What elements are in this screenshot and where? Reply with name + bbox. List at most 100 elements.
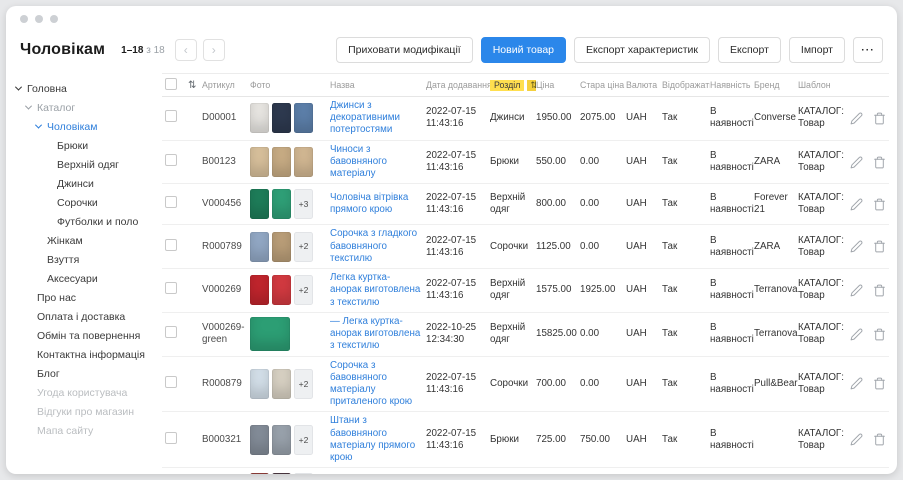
sidebar-item[interactable]: Каталог xyxy=(16,98,154,117)
import-button[interactable]: Імпорт xyxy=(789,37,845,63)
product-name-link[interactable]: Джинси з декоративними потертостями xyxy=(330,100,400,135)
row-checkbox[interactable] xyxy=(165,154,177,166)
delete-button[interactable] xyxy=(873,155,887,169)
sorted-column-label[interactable]: Розділ xyxy=(490,80,524,91)
column-header-availability[interactable]: Наявність xyxy=(710,80,754,90)
hide-modifications-button[interactable]: Приховати модифікації xyxy=(336,37,473,63)
edit-button[interactable] xyxy=(850,240,864,254)
sidebar-item[interactable]: Аксесуари xyxy=(16,269,154,288)
sidebar-item-label: Брюки xyxy=(57,140,88,152)
export-characteristics-button[interactable]: Експорт характеристик xyxy=(574,37,710,63)
product-name-link[interactable]: Чоловіча вітрівка прямого крою xyxy=(330,192,408,215)
select-all-checkbox[interactable] xyxy=(165,78,177,90)
sidebar-item[interactable]: Угода користувача xyxy=(16,383,154,402)
delete-button[interactable] xyxy=(873,433,887,447)
column-header-brand[interactable]: Бренд xyxy=(754,80,798,90)
sidebar-item[interactable]: Джинси xyxy=(16,174,154,193)
sidebar-item[interactable]: Головна xyxy=(16,79,154,98)
product-name-link[interactable]: Сорочка з бавовняного матеріалу притален… xyxy=(330,360,412,408)
photo-cell: +2 xyxy=(250,232,330,262)
price-cell: 1575.00 xyxy=(536,284,580,296)
row-checkbox[interactable] xyxy=(165,110,177,122)
sidebar-item[interactable]: Відгуки про магазин xyxy=(16,402,154,421)
product-thumbnail xyxy=(272,425,291,455)
edit-button[interactable] xyxy=(850,327,864,341)
sidebar-item[interactable]: Чоловікам xyxy=(16,117,154,136)
date-cell: 2022-07-1511:43:16 xyxy=(426,428,490,452)
sidebar-item[interactable]: Про нас xyxy=(16,288,154,307)
sort-direction-button[interactable]: ⇅ xyxy=(527,80,536,91)
old-price-cell: 2075.00 xyxy=(580,112,626,124)
delete-button[interactable] xyxy=(873,377,887,391)
delete-button[interactable] xyxy=(873,327,887,341)
next-page-button[interactable]: › xyxy=(203,39,225,61)
column-header-old-price[interactable]: Стара ціна xyxy=(580,80,626,90)
column-header-currency[interactable]: Валюта xyxy=(626,80,662,90)
sidebar-item[interactable]: Обмін та повернення xyxy=(16,326,154,345)
window-minimize-icon[interactable] xyxy=(35,15,43,23)
row-checkbox[interactable] xyxy=(165,432,177,444)
column-header-section[interactable]: Розділ⇅ xyxy=(490,80,536,91)
sidebar-item-label: Джинси xyxy=(57,178,94,190)
row-select-cell xyxy=(162,196,188,212)
delete-button[interactable] xyxy=(873,197,887,211)
window-zoom-icon[interactable] xyxy=(50,15,58,23)
sort-order-icon[interactable]: ⇅ xyxy=(188,80,202,91)
more-actions-button[interactable]: ··· xyxy=(853,37,883,63)
article-cell: R000789 xyxy=(202,241,250,253)
template-cell: КАТАЛОГ:Товар xyxy=(798,322,846,346)
window-close-icon[interactable] xyxy=(20,15,28,23)
edit-button[interactable] xyxy=(850,433,864,447)
sidebar-item[interactable]: Взуття xyxy=(16,250,154,269)
row-checkbox[interactable] xyxy=(165,196,177,208)
prev-page-button[interactable]: ‹ xyxy=(175,39,197,61)
product-name-link[interactable]: Легка куртка-анорак виготовлена з тексти… xyxy=(330,272,420,307)
row-checkbox[interactable] xyxy=(165,282,177,294)
delete-button[interactable] xyxy=(873,111,887,125)
product-name-link[interactable]: Сорочка з гладкого бавовняного текстилю xyxy=(330,228,417,263)
sidebar-item[interactable]: Верхній одяг xyxy=(16,155,154,174)
column-header-date[interactable]: Дата додавання xyxy=(426,80,490,90)
product-name-link[interactable]: Чиноси з бавовняного матеріалу xyxy=(330,144,387,179)
sidebar-item[interactable]: Брюки xyxy=(16,136,154,155)
edit-button[interactable] xyxy=(850,377,864,391)
new-product-button[interactable]: Новий товар xyxy=(481,37,566,63)
product-name-link[interactable]: Штани з бавовняного матеріалу прямого кр… xyxy=(330,415,415,463)
column-header-price[interactable]: Ціна xyxy=(536,80,580,90)
column-header-display[interactable]: Відображати xyxy=(662,80,710,90)
sidebar-item-label: Оплата і доставка xyxy=(37,311,125,323)
sidebar-item[interactable]: Оплата і доставка xyxy=(16,307,154,326)
sidebar-item[interactable]: Контактна інформація xyxy=(16,345,154,364)
product-thumbnail xyxy=(250,232,269,262)
export-button[interactable]: Експорт xyxy=(718,37,781,63)
column-header-photo[interactable]: Фото xyxy=(250,80,330,90)
name-cell: Сорочка з гладкого бавовняного текстилю xyxy=(330,228,426,265)
sidebar-item[interactable]: Футболки и поло xyxy=(16,212,154,231)
sidebar-item[interactable]: Жінкам xyxy=(16,231,154,250)
trash-icon xyxy=(873,328,886,341)
sidebar-item[interactable]: Блог xyxy=(16,364,154,383)
row-actions xyxy=(846,377,889,391)
edit-button[interactable] xyxy=(850,283,864,297)
row-checkbox[interactable] xyxy=(165,326,177,338)
delete-button[interactable] xyxy=(873,240,887,254)
name-cell: Легка куртка-анорак виготовлена з тексти… xyxy=(330,272,426,309)
date-cell: 2022-07-1511:43:16 xyxy=(426,235,490,259)
delete-button[interactable] xyxy=(873,283,887,297)
edit-button[interactable] xyxy=(850,111,864,125)
sidebar-item[interactable]: Сорочки xyxy=(16,193,154,212)
product-name-link[interactable]: — Легка куртка-анорак виготовлена з текс… xyxy=(330,316,420,351)
sidebar-item[interactable]: Мапа сайту xyxy=(16,421,154,440)
brand-cell: Pull&Bear xyxy=(754,378,798,390)
product-thumbnail xyxy=(272,189,291,219)
row-checkbox[interactable] xyxy=(165,239,177,251)
column-header-template[interactable]: Шаблон xyxy=(798,80,846,90)
row-checkbox[interactable] xyxy=(165,376,177,388)
edit-button[interactable] xyxy=(850,155,864,169)
price-cell: 550.00 xyxy=(536,156,580,168)
section-cell: Верхній одяг xyxy=(490,192,536,216)
app-window: Чоловікам 1–18 з 18 ‹ › Приховати модифі… xyxy=(6,6,897,474)
column-header-name[interactable]: Назва xyxy=(330,80,426,90)
edit-button[interactable] xyxy=(850,197,864,211)
column-header-article[interactable]: Артикул xyxy=(202,80,250,90)
